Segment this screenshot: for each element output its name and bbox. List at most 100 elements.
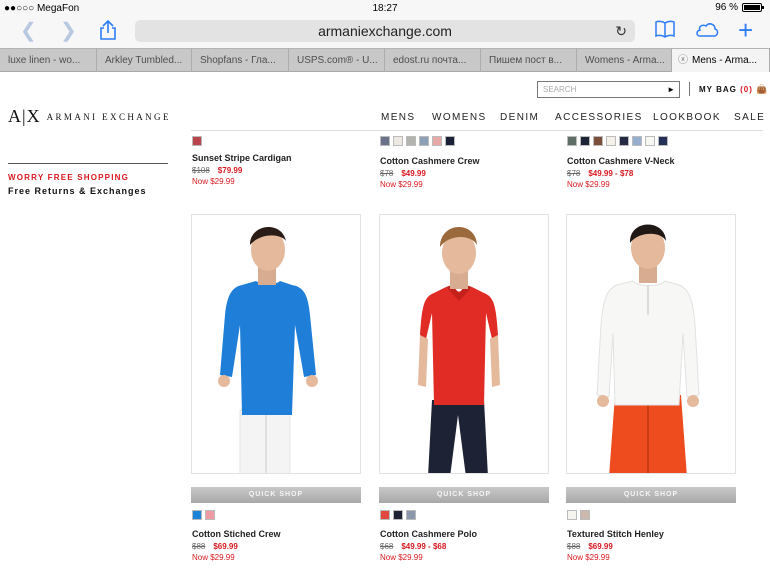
share-icon[interactable]: [99, 19, 117, 47]
nav-sale[interactable]: SALE: [734, 112, 765, 123]
original-price: $78: [380, 169, 394, 178]
quick-shop-button[interactable]: QUICK SHOP: [379, 487, 549, 503]
model-red-polo-image: [418, 227, 500, 473]
color-swatch[interactable]: [593, 136, 603, 146]
browser-toolbar: ❮ ❯ armaniexchange.com ↻ +: [0, 16, 770, 48]
content-divider: [191, 130, 763, 131]
quick-shop-button[interactable]: QUICK SHOP: [566, 487, 736, 503]
color-swatch[interactable]: [432, 136, 442, 146]
product-image-blue-crew[interactable]: [191, 214, 361, 474]
browser-tab[interactable]: Shopfans - Гла...: [192, 49, 289, 72]
status-bar: ●●○○○ MegaFon 18:27 96 %: [0, 0, 770, 16]
new-tab-icon[interactable]: +: [738, 17, 753, 43]
color-swatch[interactable]: [580, 136, 590, 146]
color-swatches: [192, 136, 202, 146]
search-placeholder: SEARCH: [543, 85, 577, 94]
original-price: $78: [567, 169, 581, 178]
product-prices: $68 $49.99 - $68: [380, 542, 446, 551]
color-swatch[interactable]: [567, 510, 577, 520]
address-bar[interactable]: armaniexchange.com ↻: [135, 20, 635, 42]
color-swatch[interactable]: [606, 136, 616, 146]
browser-tab[interactable]: luxe linen - wo...: [0, 49, 97, 72]
color-swatch[interactable]: [645, 136, 655, 146]
browser-tab[interactable]: USPS.com® - U...: [289, 49, 385, 72]
now-price: Now $29.99: [567, 553, 610, 562]
color-swatch[interactable]: [445, 136, 455, 146]
product-image-white-henley[interactable]: [566, 214, 736, 474]
bag-label: MY BAG: [699, 85, 737, 94]
bag-icon: 👜: [756, 84, 769, 94]
color-swatch[interactable]: [393, 136, 403, 146]
close-tab-icon[interactable]: ⓧ: [678, 49, 688, 72]
nav-lookbook[interactable]: LOOKBOOK: [653, 112, 721, 123]
reload-icon[interactable]: ↻: [615, 20, 627, 42]
now-price: Now $29.99: [380, 180, 423, 189]
sale-price: $79.99: [217, 166, 243, 175]
nav-mens[interactable]: MENS: [381, 112, 416, 123]
color-swatch[interactable]: [205, 510, 215, 520]
promo-subtitle[interactable]: Free Returns & Exchanges: [8, 186, 147, 196]
product-name[interactable]: Cotton Cashmere Polo: [380, 529, 477, 539]
browser-tab-active[interactable]: ⓧ Mens - Arma...: [672, 49, 770, 72]
product-image-red-polo[interactable]: [379, 214, 549, 474]
browser-tab[interactable]: Womens - Arma...: [577, 49, 672, 72]
color-swatch[interactable]: [192, 510, 202, 520]
color-swatches: [380, 510, 416, 520]
color-swatches: [567, 136, 668, 146]
product-prices: $88 $69.99: [567, 542, 613, 551]
sale-price: $69.99: [213, 542, 238, 551]
color-swatch[interactable]: [406, 510, 416, 520]
search-input[interactable]: SEARCH ►: [537, 81, 680, 98]
site-logo[interactable]: A|X ARMANI EXCHANGE: [8, 106, 171, 127]
product-prices: $78 $49.99 - $78: [567, 169, 633, 178]
product-name[interactable]: Cotton Cashmere Crew: [380, 156, 480, 166]
original-price: $88: [192, 542, 206, 551]
battery-icon: [742, 3, 764, 12]
color-swatch[interactable]: [567, 136, 577, 146]
nav-accessories[interactable]: ACCESSORIES: [555, 112, 643, 123]
back-icon[interactable]: ❮: [20, 19, 37, 43]
quick-shop-button[interactable]: QUICK SHOP: [191, 487, 361, 503]
nav-denim[interactable]: DENIM: [500, 112, 539, 123]
product-name[interactable]: Sunset Stripe Cardigan: [192, 153, 292, 163]
screen: ●●○○○ MegaFon 18:27 96 % ❮ ❯ armaniexcha…: [0, 0, 770, 578]
sale-price: $49.99 - $78: [588, 169, 634, 178]
product-name[interactable]: Cotton Stiched Crew: [192, 529, 281, 539]
browser-tab[interactable]: Пишем пост в...: [481, 49, 577, 72]
product-name[interactable]: Cotton Cashmere V-Neck: [567, 156, 675, 166]
search-go-icon[interactable]: ►: [667, 82, 675, 97]
color-swatches: [567, 510, 590, 520]
color-swatch[interactable]: [406, 136, 416, 146]
model-blue-crew-image: [218, 226, 318, 473]
tab-bar: luxe linen - wo... Arkley Tumbled... Sho…: [0, 48, 770, 72]
color-swatch[interactable]: [580, 510, 590, 520]
color-swatch[interactable]: [393, 510, 403, 520]
color-swatch[interactable]: [632, 136, 642, 146]
color-swatch[interactable]: [619, 136, 629, 146]
model-white-henley-image: [596, 224, 700, 473]
bookmarks-icon[interactable]: [654, 19, 676, 45]
original-price: $88: [567, 542, 581, 551]
browser-tab[interactable]: Arkley Tumbled...: [97, 49, 192, 72]
my-bag-link[interactable]: MY BAG (0) 👜: [699, 84, 768, 95]
color-swatch[interactable]: [380, 510, 390, 520]
nav-womens[interactable]: WOMENS: [432, 112, 487, 123]
color-swatch[interactable]: [380, 136, 390, 146]
icloud-tabs-icon[interactable]: [693, 19, 721, 45]
promo-title: WORRY FREE SHOPPING: [8, 173, 130, 182]
header-divider: [689, 82, 690, 96]
logo-mark: A|X: [8, 106, 41, 126]
sale-price: $49.99 - $68: [401, 542, 447, 551]
battery-percent: 96 %: [715, 2, 738, 13]
browser-tab[interactable]: edost.ru почта...: [385, 49, 481, 72]
product-name[interactable]: Textured Stitch Henley: [567, 529, 664, 539]
color-swatch[interactable]: [419, 136, 429, 146]
now-price: Now $29.99: [380, 553, 423, 562]
original-price: $108: [192, 166, 210, 175]
battery-indicator: 96 %: [715, 2, 764, 13]
forward-icon[interactable]: ❯: [60, 19, 77, 43]
color-swatch[interactable]: [192, 136, 202, 146]
color-swatch[interactable]: [658, 136, 668, 146]
now-price: Now $29.99: [192, 177, 235, 186]
product-prices: $108 $79.99: [192, 166, 242, 175]
